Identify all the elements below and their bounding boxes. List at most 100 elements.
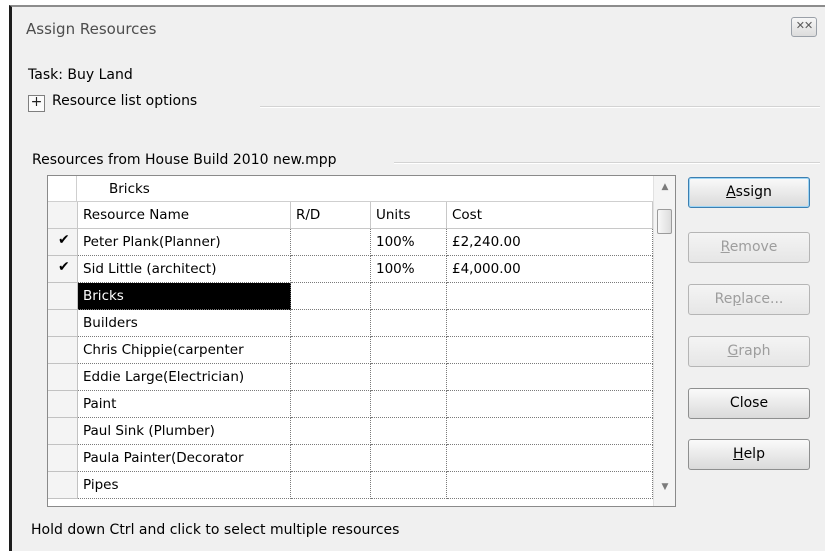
rd-cell[interactable] xyxy=(291,472,371,499)
table-row[interactable]: Paint xyxy=(48,391,653,418)
table-row[interactable]: Pipes xyxy=(48,472,653,499)
row-checkbox[interactable] xyxy=(48,472,78,499)
resource-list-options-label[interactable]: Resource list options xyxy=(52,93,197,109)
row-checkbox[interactable] xyxy=(48,418,78,445)
resources-source-label: Resources from House Build 2010 new.mpp xyxy=(32,152,337,168)
cost-cell[interactable] xyxy=(447,310,653,337)
rd-cell[interactable] xyxy=(291,337,371,364)
remove-button[interactable]: Remove xyxy=(688,232,810,263)
table-row[interactable]: Bricks xyxy=(48,283,653,310)
row-checkbox[interactable] xyxy=(48,283,78,310)
graph-button[interactable]: Graph xyxy=(688,336,810,367)
rd-cell[interactable] xyxy=(291,229,371,256)
units-cell[interactable] xyxy=(371,472,447,499)
edit-bar-value[interactable]: Bricks xyxy=(109,181,150,197)
resource-name-cell[interactable]: Chris Chippie(carpenter xyxy=(78,337,291,364)
resources-divider xyxy=(394,162,820,164)
graph-accelerator: G xyxy=(727,343,739,359)
replace-label-pre: Re xyxy=(714,291,733,307)
units-cell[interactable] xyxy=(371,418,447,445)
rd-cell[interactable] xyxy=(291,418,371,445)
edit-bar-corner xyxy=(48,176,77,202)
row-checkbox[interactable] xyxy=(48,364,78,391)
close-window-button[interactable]: ✕✕ xyxy=(791,17,817,37)
replace-button[interactable]: Replace... xyxy=(688,284,810,315)
grid-edit-bar: Bricks xyxy=(48,176,653,202)
assign-accelerator: A xyxy=(726,184,736,200)
expand-options-button[interactable]: + xyxy=(28,94,45,112)
resource-name-cell[interactable]: Eddie Large(Electrician) xyxy=(78,364,291,391)
rd-cell[interactable] xyxy=(291,445,371,472)
checkmark-icon: ✔ xyxy=(58,232,70,248)
units-cell[interactable] xyxy=(371,283,447,310)
table-row[interactable]: Eddie Large(Electrician) xyxy=(48,364,653,391)
cost-cell[interactable] xyxy=(447,364,653,391)
checkmark-icon: ✔ xyxy=(58,259,70,275)
column-header-units[interactable]: Units xyxy=(371,202,447,229)
remove-label-post: emove xyxy=(729,239,778,255)
row-checkbox[interactable] xyxy=(48,310,78,337)
scroll-down-icon[interactable]: ▼ xyxy=(654,482,675,500)
help-label-post: elp xyxy=(743,446,765,462)
vertical-scrollbar[interactable]: ▲ ▼ xyxy=(653,176,675,506)
cost-cell[interactable] xyxy=(447,283,653,310)
resource-name-cell[interactable]: Pipes xyxy=(78,472,291,499)
units-cell[interactable] xyxy=(371,310,447,337)
table-row[interactable]: Paul Sink (Plumber) xyxy=(48,418,653,445)
assign-button[interactable]: Assign xyxy=(688,177,810,208)
multi-select-hint: Hold down Ctrl and click to select multi… xyxy=(31,522,400,538)
cost-cell[interactable] xyxy=(447,472,653,499)
cost-cell[interactable] xyxy=(447,445,653,472)
close-icon: ✕✕ xyxy=(795,19,813,32)
cost-cell[interactable]: £4,000.00 xyxy=(447,256,653,283)
row-checkbox[interactable] xyxy=(48,445,78,472)
rd-cell[interactable] xyxy=(291,283,371,310)
resource-grid: Bricks Resource Name R/D Units Cost ✔ Pe… xyxy=(47,175,676,507)
scrollbar-thumb[interactable] xyxy=(657,209,672,234)
cost-cell[interactable]: £2,240.00 xyxy=(447,229,653,256)
resource-name-cell[interactable]: Sid Little (architect) xyxy=(78,256,291,283)
scroll-up-icon[interactable]: ▲ xyxy=(654,182,675,200)
rd-cell[interactable] xyxy=(291,256,371,283)
rd-cell[interactable] xyxy=(291,391,371,418)
assign-resources-dialog: Assign Resources ✕✕ Task: Buy Land + Res… xyxy=(9,5,825,551)
assign-label-post: ssign xyxy=(735,184,772,200)
table-row[interactable]: ✔ Sid Little (architect) 100% £4,000.00 xyxy=(48,256,653,283)
cost-cell[interactable] xyxy=(447,391,653,418)
replace-label-post: lace... xyxy=(741,291,784,307)
units-cell[interactable]: 100% xyxy=(371,229,447,256)
resource-name-cell[interactable]: Paul Sink (Plumber) xyxy=(78,418,291,445)
graph-label-post: raph xyxy=(738,343,771,359)
remove-accelerator: R xyxy=(720,239,730,255)
help-button[interactable]: Help xyxy=(688,439,810,470)
row-checkbox[interactable] xyxy=(48,391,78,418)
resource-name-cell[interactable]: Paula Painter(Decorator xyxy=(78,445,291,472)
row-checkbox[interactable]: ✔ xyxy=(48,256,78,283)
column-header-cost[interactable]: Cost xyxy=(447,202,653,229)
table-row[interactable]: Chris Chippie(carpenter xyxy=(48,337,653,364)
table-row[interactable]: Paula Painter(Decorator xyxy=(48,445,653,472)
cost-cell[interactable] xyxy=(447,418,653,445)
cost-cell[interactable] xyxy=(447,337,653,364)
row-checkbox[interactable]: ✔ xyxy=(48,229,78,256)
table-row[interactable]: Builders xyxy=(48,310,653,337)
rd-cell[interactable] xyxy=(291,364,371,391)
resource-name-cell-selected[interactable]: Bricks xyxy=(78,283,291,310)
units-cell[interactable] xyxy=(371,337,447,364)
close-button[interactable]: Close xyxy=(688,388,810,419)
table-row[interactable]: ✔ Peter Plank(Planner) 100% £2,240.00 xyxy=(48,229,653,256)
header-corner xyxy=(48,202,78,229)
resource-name-cell[interactable]: Peter Plank(Planner) xyxy=(78,229,291,256)
units-cell[interactable] xyxy=(371,445,447,472)
row-checkbox[interactable] xyxy=(48,337,78,364)
column-header-rd[interactable]: R/D xyxy=(291,202,371,229)
resource-name-cell[interactable]: Paint xyxy=(78,391,291,418)
rd-cell[interactable] xyxy=(291,310,371,337)
column-header-resource-name[interactable]: Resource Name xyxy=(78,202,291,229)
resource-name-cell[interactable]: Builders xyxy=(78,310,291,337)
units-cell[interactable] xyxy=(371,391,447,418)
screen: Assign Resources ✕✕ Task: Buy Land + Res… xyxy=(0,0,831,557)
title-bar[interactable]: Assign Resources ✕✕ xyxy=(12,7,825,49)
units-cell[interactable] xyxy=(371,364,447,391)
units-cell[interactable]: 100% xyxy=(371,256,447,283)
